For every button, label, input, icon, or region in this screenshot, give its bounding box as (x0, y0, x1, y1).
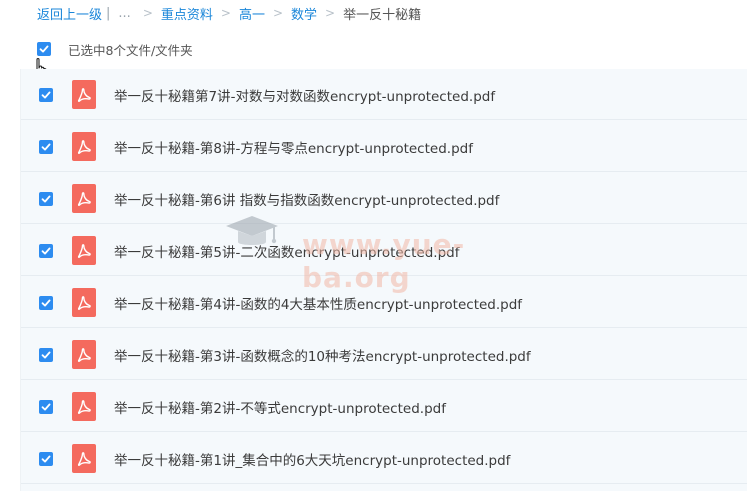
chevron-right-icon: > (325, 6, 336, 20)
file-name[interactable]: 举一反十秘籍-第1讲_集合中的6大天坑encrypt-unprotected.p… (114, 449, 510, 469)
breadcrumb-current: 举一反十秘籍 (343, 7, 422, 23)
pdf-file-icon (72, 340, 96, 369)
breadcrumb-item[interactable]: 重点资料 (161, 4, 213, 23)
file-checkbox[interactable] (39, 452, 53, 466)
file-checkbox[interactable] (39, 88, 53, 102)
file-row[interactable]: 举一反十秘籍-第3讲-函数概念的10种考法encrypt-unprotected… (21, 329, 747, 380)
file-row[interactable]: 举一反十秘籍-第1讲_集合中的6大天坑encrypt-unprotected.p… (21, 433, 747, 484)
pdf-file-icon (72, 288, 96, 317)
pdf-file-icon (72, 80, 96, 109)
file-name[interactable]: 举一反十秘籍-第4讲-函数的4大基本性质encrypt-unprotected.… (114, 293, 522, 313)
breadcrumb: 返回上一级 | ... > 重点资料 > 高一 > 数学 > 举一反十秘籍 (37, 4, 422, 23)
file-name[interactable]: 举一反十秘籍-第8讲-方程与零点encrypt-unprotected.pdf (114, 137, 473, 157)
breadcrumb-ellipsis[interactable]: ... (118, 6, 130, 21)
check-icon (41, 403, 51, 411)
file-row[interactable]: 举一反十秘籍-第8讲-方程与零点encrypt-unprotected.pdf (21, 121, 747, 172)
file-checkbox[interactable] (39, 192, 53, 206)
file-name[interactable]: 举一反十秘籍-第6讲 指数与指数函数encrypt-unprotected.pd… (114, 189, 499, 209)
check-icon (41, 351, 51, 359)
pdf-file-icon (72, 236, 96, 265)
check-icon (41, 143, 51, 151)
file-row[interactable]: 举一反十秘籍-第4讲-函数的4大基本性质encrypt-unprotected.… (21, 277, 747, 328)
pdf-file-icon (72, 392, 96, 421)
file-name[interactable]: 举一反十秘籍第7讲-对数与对数函数encrypt-unprotected.pdf (114, 85, 495, 105)
check-icon (41, 91, 51, 99)
pdf-file-icon (72, 132, 96, 161)
file-name[interactable]: 举一反十秘籍-第3讲-函数概念的10种考法encrypt-unprotected… (114, 345, 531, 365)
file-row[interactable]: 举一反十秘籍-第2讲-不等式encrypt-unprotected.pdf (21, 381, 747, 432)
check-icon (41, 299, 51, 307)
back-link[interactable]: 返回上一级 (37, 4, 102, 23)
check-icon (41, 247, 51, 255)
check-icon (41, 455, 51, 463)
file-checkbox[interactable] (39, 400, 53, 414)
file-row[interactable]: 举一反十秘籍-第6讲 指数与指数函数encrypt-unprotected.pd… (21, 173, 747, 224)
check-icon (39, 45, 49, 53)
file-checkbox[interactable] (39, 244, 53, 258)
selection-count: 已选中8个文件/文件夹 (68, 42, 193, 58)
file-checkbox[interactable] (39, 348, 53, 362)
pdf-file-icon (72, 444, 96, 473)
file-row[interactable]: 举一反十秘籍第7讲-对数与对数函数encrypt-unprotected.pdf (21, 69, 747, 120)
file-list: 举一反十秘籍第7讲-对数与对数函数encrypt-unprotected.pdf… (20, 69, 747, 491)
chevron-right-icon: > (220, 6, 231, 20)
file-name[interactable]: 举一反十秘籍-第2讲-不等式encrypt-unprotected.pdf (114, 397, 446, 417)
select-all-checkbox[interactable] (37, 42, 51, 56)
pdf-file-icon (72, 184, 96, 213)
file-checkbox[interactable] (39, 140, 53, 154)
check-icon (41, 195, 51, 203)
selection-bar: 已选中8个文件/文件夹 (37, 40, 193, 58)
chevron-right-icon: > (272, 6, 284, 20)
breadcrumb-item[interactable]: 高一 (239, 4, 265, 23)
breadcrumb-item[interactable]: 数学 (291, 4, 317, 23)
file-name[interactable]: 举一反十秘籍-第5讲-二次函数encrypt-unprotected.pdf (114, 241, 459, 261)
chevron-right-icon: > (142, 6, 153, 20)
breadcrumb-divider: | (106, 5, 111, 21)
file-checkbox[interactable] (39, 296, 53, 310)
file-row[interactable]: 举一反十秘籍-第5讲-二次函数encrypt-unprotected.pdf (21, 225, 747, 276)
